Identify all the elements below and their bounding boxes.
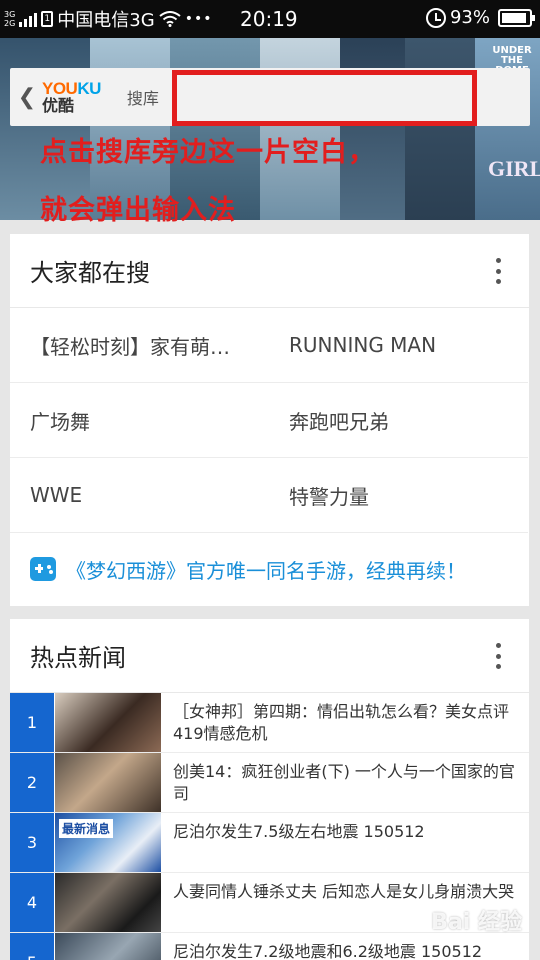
carrier-label: 中国电信3G xyxy=(57,10,155,31)
annotation-text: 点击搜库旁边这一片空白， xyxy=(40,137,376,168)
rank-badge: 2 xyxy=(10,753,54,812)
rank-badge: 3 xyxy=(10,813,54,872)
sim-card-icon: 1 xyxy=(41,11,54,27)
battery-icon xyxy=(498,8,535,27)
wifi-icon xyxy=(159,11,181,27)
poster-caption: GIRLS xyxy=(488,156,540,181)
news-item[interactable]: 1 ［女神邦］第四期：情侣出轨怎么看？美女点评419情感危机 xyxy=(10,693,529,753)
chevron-left-icon: ❮ xyxy=(17,84,37,110)
logo-text-cn: 优酷 xyxy=(42,96,75,115)
rank-badge: 5 xyxy=(10,933,54,960)
news-item[interactable]: 3 最新消息 尼泊尔发生7.5级左右地震 150512 xyxy=(10,813,529,873)
search-input[interactable] xyxy=(172,70,477,126)
news-title: 尼泊尔发生7.2级地震和6.2级地震 150512 xyxy=(173,942,483,960)
network-2g-label: 2G xyxy=(4,19,16,28)
news-title: 创美14：疯狂创业者(下) 一个人与一个国家的官司 xyxy=(173,762,515,803)
battery-percent: 93% xyxy=(449,7,490,28)
breaking-news-tag: 最新消息 xyxy=(59,819,114,838)
watermark: Bai 经验 xyxy=(431,910,522,935)
notification-dots: ••• xyxy=(184,11,213,27)
more-options-icon[interactable] xyxy=(495,643,501,669)
news-title: 尼泊尔发生7.5级左右地震 150512 xyxy=(173,822,425,841)
promo-text: 《梦幻西游》官方唯一同名手游，经典再续！ xyxy=(66,558,466,583)
poster-image xyxy=(405,38,475,220)
network-type-icon: 3G 2G xyxy=(4,10,15,28)
news-item[interactable]: 5 尼泊尔发生7.2级地震和6.2级地震 150512 xyxy=(10,933,529,960)
back-button[interactable]: ❮ xyxy=(18,68,36,126)
youku-logo: YOUKU 优酷 xyxy=(42,80,101,114)
news-thumbnail xyxy=(55,873,161,932)
news-thumbnail: 最新消息 xyxy=(55,813,161,872)
rank-badge: 4 xyxy=(10,873,54,932)
search-library-tab[interactable]: 搜库 xyxy=(127,85,159,109)
gamepad-icon xyxy=(30,557,56,581)
clock: 20:19 xyxy=(240,7,298,31)
alarm-icon xyxy=(425,7,446,28)
news-thumbnail xyxy=(55,933,161,960)
rank-badge: 1 xyxy=(10,693,54,752)
poster-image xyxy=(260,38,340,220)
news-title: ［女神邦］第四期：情侣出轨怎么看？美女点评419情感危机 xyxy=(173,702,510,743)
logo-text-ku: KU xyxy=(77,79,101,98)
section-title: 大家都在搜 xyxy=(30,259,150,287)
signal-icon xyxy=(19,11,38,27)
news-thumbnail xyxy=(55,753,161,812)
search-suggestion[interactable]: 奔跑吧兄弟 xyxy=(269,383,528,458)
network-3g-label: 3G xyxy=(4,10,16,19)
news-thumbnail xyxy=(55,693,161,752)
status-bar: 3G 2G 1 中国电信3G ••• 20:19 93% xyxy=(0,0,540,38)
search-suggestion[interactable]: WWE xyxy=(10,458,269,533)
poster-image xyxy=(340,38,405,220)
search-suggestion[interactable]: 广场舞 xyxy=(10,383,269,458)
more-options-icon[interactable] xyxy=(495,258,501,284)
search-suggestion[interactable]: 【轻松时刻】家有萌… xyxy=(10,308,269,383)
game-promo-link[interactable]: 《梦幻西游》官方唯一同名手游，经典再续！ xyxy=(10,533,529,605)
annotation-text: 就会弹出输入法 xyxy=(40,195,236,226)
search-suggestion[interactable]: 特警力量 xyxy=(269,458,528,533)
popular-searches-card: 大家都在搜 【轻松时刻】家有萌… RUNNING MAN 广场舞 奔跑吧兄弟 W… xyxy=(10,234,529,606)
news-item[interactable]: 2 创美14：疯狂创业者(下) 一个人与一个国家的官司 xyxy=(10,753,529,813)
search-suggestion[interactable]: RUNNING MAN xyxy=(269,308,528,383)
section-title: 热点新闻 xyxy=(30,644,126,672)
